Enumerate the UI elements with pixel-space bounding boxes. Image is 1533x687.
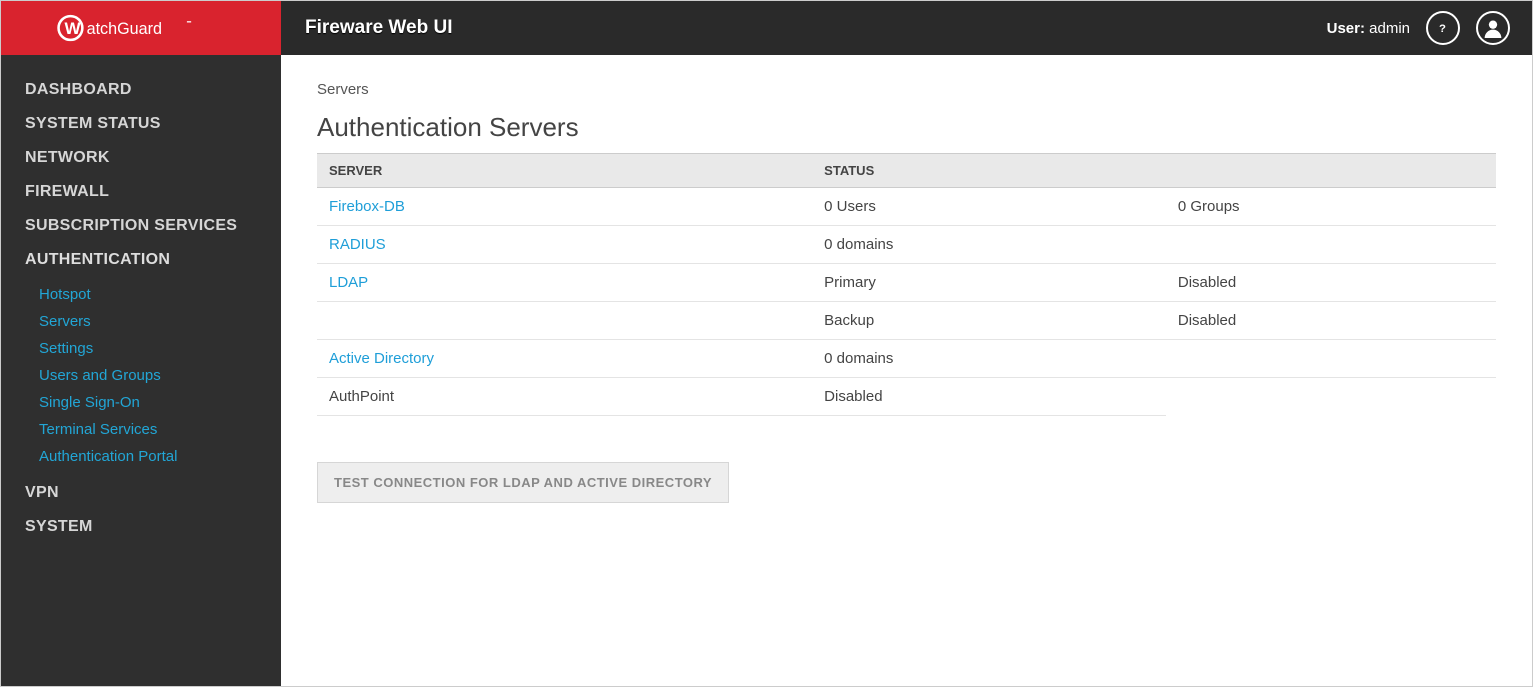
table-header-row: SERVER STATUS (317, 154, 1496, 188)
sidebar-item-subscription-services[interactable]: SUBSCRIPTION SERVICES (1, 209, 281, 243)
user-block: User: admin ? (1327, 11, 1532, 45)
status-cell: Primary (812, 264, 1166, 302)
table-row: Active Directory 0 domains (317, 340, 1496, 378)
help-icon: ? (1435, 20, 1451, 36)
sidebar-subitem-servers[interactable]: Servers (1, 308, 281, 335)
sidebar: DASHBOARD SYSTEM STATUS NETWORK FIREWALL… (1, 55, 281, 686)
status-cell: Backup (812, 302, 1166, 340)
sidebar-subitem-hotspot[interactable]: Hotspot (1, 281, 281, 308)
top-bar: W atchGuard Fireware Web UI User: admin … (1, 1, 1532, 55)
server-link-firebox-db[interactable]: Firebox-DB (329, 198, 405, 215)
server-link-active-directory[interactable]: Active Directory (329, 350, 434, 367)
table-row: RADIUS 0 domains (317, 226, 1496, 264)
sidebar-subitem-authentication-portal[interactable]: Authentication Portal (1, 443, 281, 470)
user-text: User: admin (1327, 20, 1410, 37)
col-status: STATUS (812, 154, 1496, 188)
help-button[interactable]: ? (1426, 11, 1460, 45)
sidebar-subitem-settings[interactable]: Settings (1, 335, 281, 362)
server-link-radius[interactable]: RADIUS (329, 236, 386, 253)
sidebar-subitem-terminal-services[interactable]: Terminal Services (1, 416, 281, 443)
table-row: LDAP Primary Disabled (317, 264, 1496, 302)
table-row: AuthPoint Disabled (317, 378, 1496, 416)
main-content: Servers Authentication Servers SERVER ST… (281, 55, 1532, 686)
app-title: Fireware Web UI (305, 17, 452, 39)
server-link-ldap[interactable]: LDAP (329, 274, 368, 291)
user-label: User: (1327, 20, 1365, 37)
status-cell: Disabled (1166, 302, 1496, 340)
status-cell: 0 domains (812, 340, 1166, 378)
status-cell: 0 domains (812, 226, 1166, 264)
status-cell (1166, 378, 1496, 416)
brand-logo: W atchGuard (1, 1, 281, 55)
status-cell: 0 Users (812, 188, 1166, 226)
sidebar-item-vpn[interactable]: VPN (1, 476, 281, 510)
page-title: Authentication Servers (317, 112, 1496, 143)
sidebar-item-authentication[interactable]: AUTHENTICATION (1, 243, 281, 277)
server-cell-authpoint: AuthPoint (317, 378, 812, 416)
servers-table: SERVER STATUS Firebox-DB 0 Users 0 Group… (317, 153, 1496, 416)
svg-text:?: ? (1439, 23, 1446, 35)
user-icon (1483, 18, 1503, 38)
breadcrumb: Servers (317, 81, 1496, 98)
user-menu-button[interactable] (1476, 11, 1510, 45)
user-name: admin (1369, 20, 1410, 37)
col-server: SERVER (317, 154, 812, 188)
sidebar-item-network[interactable]: NETWORK (1, 141, 281, 175)
svg-text:atchGuard: atchGuard (87, 20, 162, 38)
server-cell-empty (317, 302, 812, 340)
status-cell: 0 Groups (1166, 188, 1496, 226)
status-cell (1166, 340, 1496, 378)
sidebar-subitem-single-sign-on[interactable]: Single Sign-On (1, 389, 281, 416)
svg-text:W: W (65, 19, 82, 38)
status-cell: Disabled (812, 378, 1166, 416)
test-connection-button[interactable]: TEST CONNECTION FOR LDAP AND ACTIVE DIRE… (317, 462, 729, 503)
status-cell (1166, 226, 1496, 264)
sidebar-item-system[interactable]: SYSTEM (1, 510, 281, 544)
sidebar-subitem-users-and-groups[interactable]: Users and Groups (1, 362, 281, 389)
status-cell: Disabled (1166, 264, 1496, 302)
sidebar-submenu-authentication: Hotspot Servers Settings Users and Group… (1, 277, 281, 476)
table-row: Backup Disabled (317, 302, 1496, 340)
sidebar-item-firewall[interactable]: FIREWALL (1, 175, 281, 209)
sidebar-item-system-status[interactable]: SYSTEM STATUS (1, 107, 281, 141)
sidebar-item-dashboard[interactable]: DASHBOARD (1, 73, 281, 107)
table-row: Firebox-DB 0 Users 0 Groups (317, 188, 1496, 226)
